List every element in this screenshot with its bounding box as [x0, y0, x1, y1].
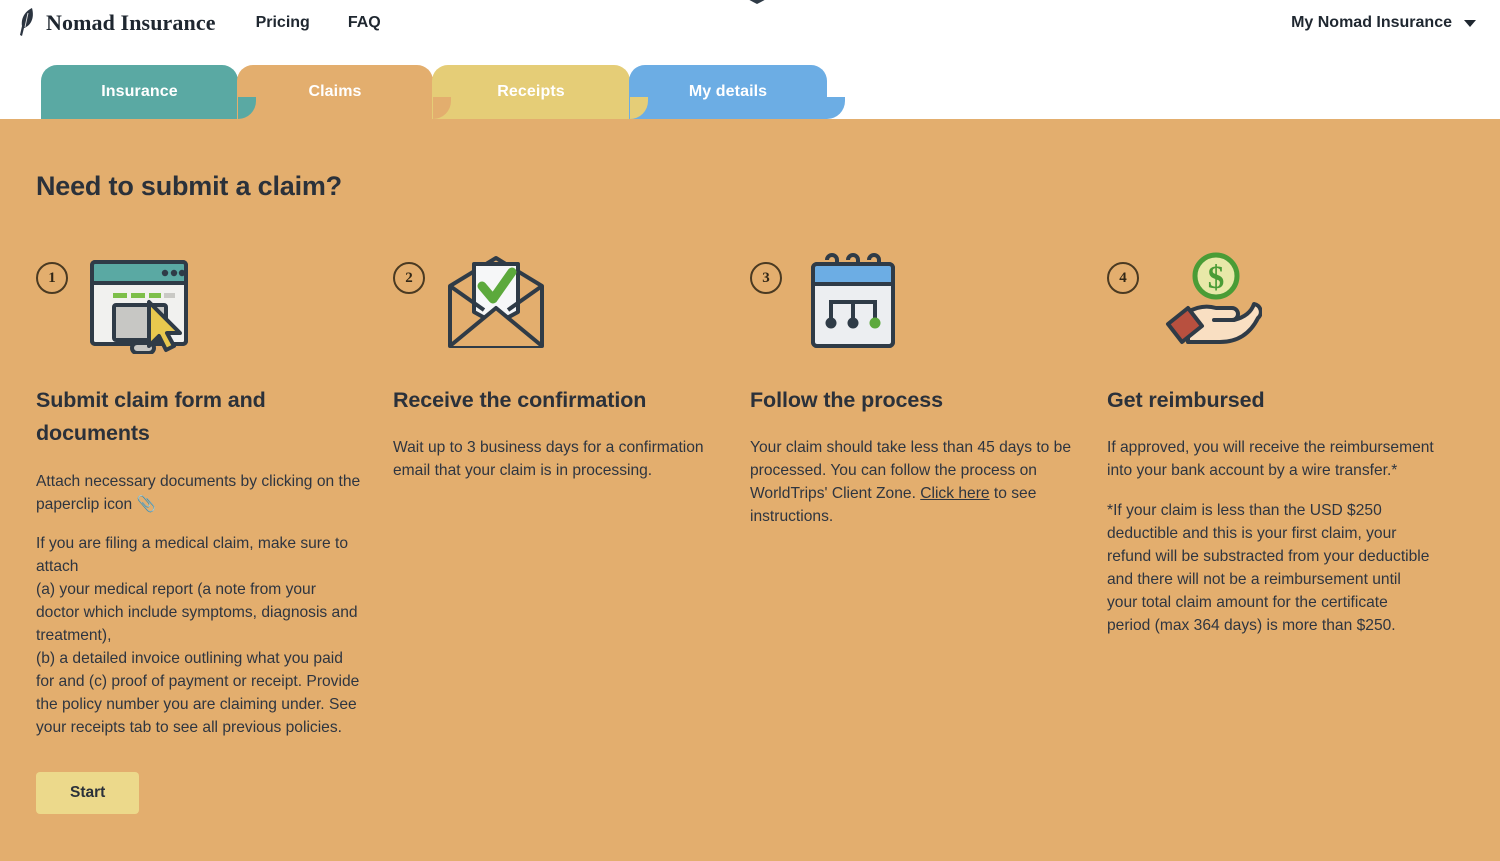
step-4-header: 4 $ [1107, 250, 1434, 360]
tab-bar-container: Insurance Claims Receipts My details [0, 46, 1500, 119]
step-1-body: Attach necessary documents by clicking o… [36, 471, 363, 740]
step-2-header: 2 [393, 250, 720, 360]
step-1-paragraph-4: (b) a detailed invoice outlining what yo… [36, 650, 360, 736]
tab-claims-label: Claims [308, 83, 362, 100]
claim-step-3: 3 Follow the process Your claim should t… [750, 250, 1107, 814]
hand-coin-icon: $ [1166, 252, 1262, 344]
brand-logo[interactable]: Nomad Insurance [18, 7, 216, 39]
account-menu[interactable]: My Nomad Insurance [1291, 14, 1476, 32]
svg-text:$: $ [1208, 260, 1225, 296]
tab-my-details-label: My details [688, 83, 768, 100]
tab-claims[interactable]: Claims [237, 65, 451, 119]
tab-my-details[interactable]: My details [629, 65, 845, 119]
step-1-title: Submit claim form and documents [36, 388, 266, 446]
tab-insurance[interactable]: Insurance [41, 65, 256, 119]
step-3-number: 3 [750, 262, 782, 294]
step-4-footnote: *If your claim is less than the USD $250… [1107, 502, 1430, 634]
claim-step-1: 1 Submit claim form and documents Attach… [36, 250, 393, 814]
step-2-paragraph-1: Wait up to 3 business days for a confirm… [393, 439, 704, 480]
step-1-paragraph-1: Attach necessary documents by clicking o… [36, 472, 361, 513]
feather-icon [20, 8, 33, 36]
step-2-title: Receive the confirmation [393, 388, 647, 412]
step-2-body: Wait up to 3 business days for a confirm… [393, 437, 720, 483]
step-4-title: Get reimbursed [1107, 388, 1265, 412]
browser-form-cursor-icon [90, 260, 188, 354]
claim-step-2: 2 Receive the confirmation Wait up to 3 … [393, 250, 750, 814]
nav-link-faq[interactable]: FAQ [348, 14, 381, 32]
tab-receipts[interactable]: Receipts [432, 65, 648, 119]
envelope-check-icon [448, 256, 544, 348]
calendar-process-icon [811, 253, 895, 348]
step-3-body: Your claim should take less than 45 days… [750, 437, 1077, 529]
top-navigation-bar: Nomad Insurance Pricing FAQ My Nomad Ins… [0, 0, 1500, 46]
step-4-body: If approved, you will receive the reimbu… [1107, 437, 1434, 637]
claim-steps-list: 1 Submit claim form and documents Attach… [36, 250, 1464, 814]
tab-receipts-label: Receipts [497, 83, 565, 100]
start-button[interactable]: Start [36, 771, 140, 814]
step-4-paragraph-1: If approved, you will receive the reimbu… [1107, 439, 1434, 480]
step-3-paragraph-1: Your claim should take less than 45 days… [750, 437, 1077, 529]
nav-link-pricing[interactable]: Pricing [256, 14, 310, 32]
step-4-number: 4 [1107, 262, 1139, 294]
step-1-paragraph-2: If you are filing a medical claim, make … [36, 535, 349, 576]
account-menu-label: My Nomad Insurance [1291, 14, 1452, 31]
step-1-number: 1 [36, 262, 68, 294]
step-2-number: 2 [393, 262, 425, 294]
step-3-title: Follow the process [750, 388, 943, 412]
claim-step-4: 4 $ Get reimbursed If approved, you will… [1107, 250, 1464, 814]
primary-nav: Pricing FAQ [256, 14, 381, 32]
decorative-badge-icon [749, 0, 765, 4]
tab-bar: Insurance Claims Receipts My details [41, 65, 845, 119]
page-title: Need to submit a claim? [36, 171, 342, 201]
step-1-header: 1 [36, 250, 363, 360]
click-here-link[interactable]: Click here [920, 485, 989, 502]
claims-page: Need to submit a claim? 1 Submit claim f… [0, 119, 1500, 861]
brand-name: Nomad Insurance [46, 10, 216, 35]
step-3-header: 3 [750, 250, 1077, 360]
chevron-down-icon [1464, 19, 1476, 27]
tab-insurance-label: Insurance [101, 83, 178, 100]
step-1-paragraph-3: (a) your medical report (a note from you… [36, 581, 358, 645]
